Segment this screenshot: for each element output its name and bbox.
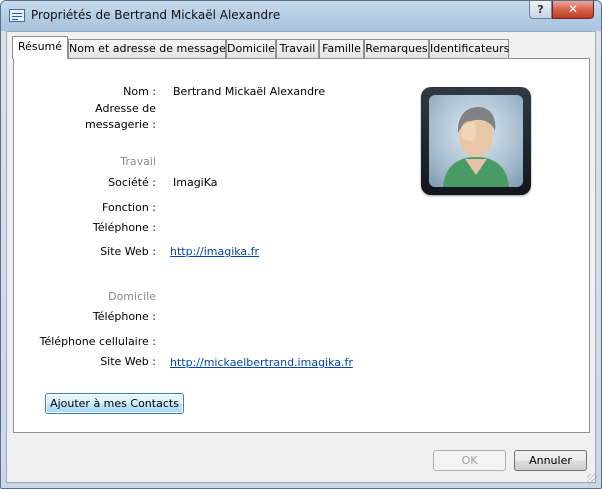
add-to-contacts-button[interactable]: Ajouter à mes Contacts bbox=[45, 393, 184, 414]
close-button[interactable]: ✕ bbox=[552, 1, 594, 19]
name-value: Bertrand Mickaël Alexandre bbox=[173, 85, 326, 98]
title-bar[interactable]: Propriétés de Bertrand Mickaël Alexandre… bbox=[1, 1, 601, 31]
contact-avatar-icon bbox=[429, 95, 523, 187]
help-button[interactable]: ? bbox=[529, 1, 552, 19]
work-function-label: Fonction : bbox=[102, 201, 156, 214]
ok-button[interactable]: OK bbox=[433, 450, 506, 471]
window-title: Propriétés de Bertrand Mickaël Alexandre bbox=[31, 8, 281, 22]
home-section-heading: Domicile bbox=[108, 290, 156, 303]
tab-family[interactable]: Famille bbox=[319, 39, 364, 58]
contact-properties-window: Propriétés de Bertrand Mickaël Alexandre… bbox=[0, 0, 602, 489]
tab-home[interactable]: Domicile bbox=[226, 39, 276, 58]
work-phone-label: Téléphone : bbox=[92, 221, 156, 234]
tab-identifiers[interactable]: Identificateurs bbox=[429, 39, 509, 58]
home-website-link[interactable]: http://mickaelbertrand.imagika.fr bbox=[170, 356, 353, 369]
home-phone-label: Téléphone : bbox=[92, 310, 156, 323]
tab-resume[interactable]: Résumé bbox=[12, 36, 68, 59]
home-website-label: Site Web : bbox=[100, 355, 156, 368]
name-label: Nom : bbox=[123, 85, 156, 98]
work-website-label: Site Web : bbox=[100, 245, 156, 258]
email-label-line1: Adresse de bbox=[95, 102, 156, 115]
resize-grip[interactable] bbox=[587, 474, 597, 484]
contact-card-icon bbox=[9, 9, 25, 22]
contact-photo-frame[interactable] bbox=[421, 87, 531, 195]
work-website-link[interactable]: http://imagika.fr bbox=[170, 245, 259, 258]
tab-name-email[interactable]: Nom et adresse de messagerie bbox=[68, 39, 240, 58]
home-mobile-label: Téléphone cellulaire : bbox=[39, 335, 156, 348]
tab-notes[interactable]: Remarques bbox=[364, 39, 429, 58]
cancel-button[interactable]: Annuler bbox=[514, 450, 587, 471]
email-label-line2: messagerie : bbox=[85, 118, 156, 131]
work-company-value: ImagiKa bbox=[173, 176, 218, 189]
tab-work[interactable]: Travail bbox=[276, 39, 319, 58]
work-company-label: Société : bbox=[108, 176, 156, 189]
work-section-heading: Travail bbox=[120, 155, 156, 168]
